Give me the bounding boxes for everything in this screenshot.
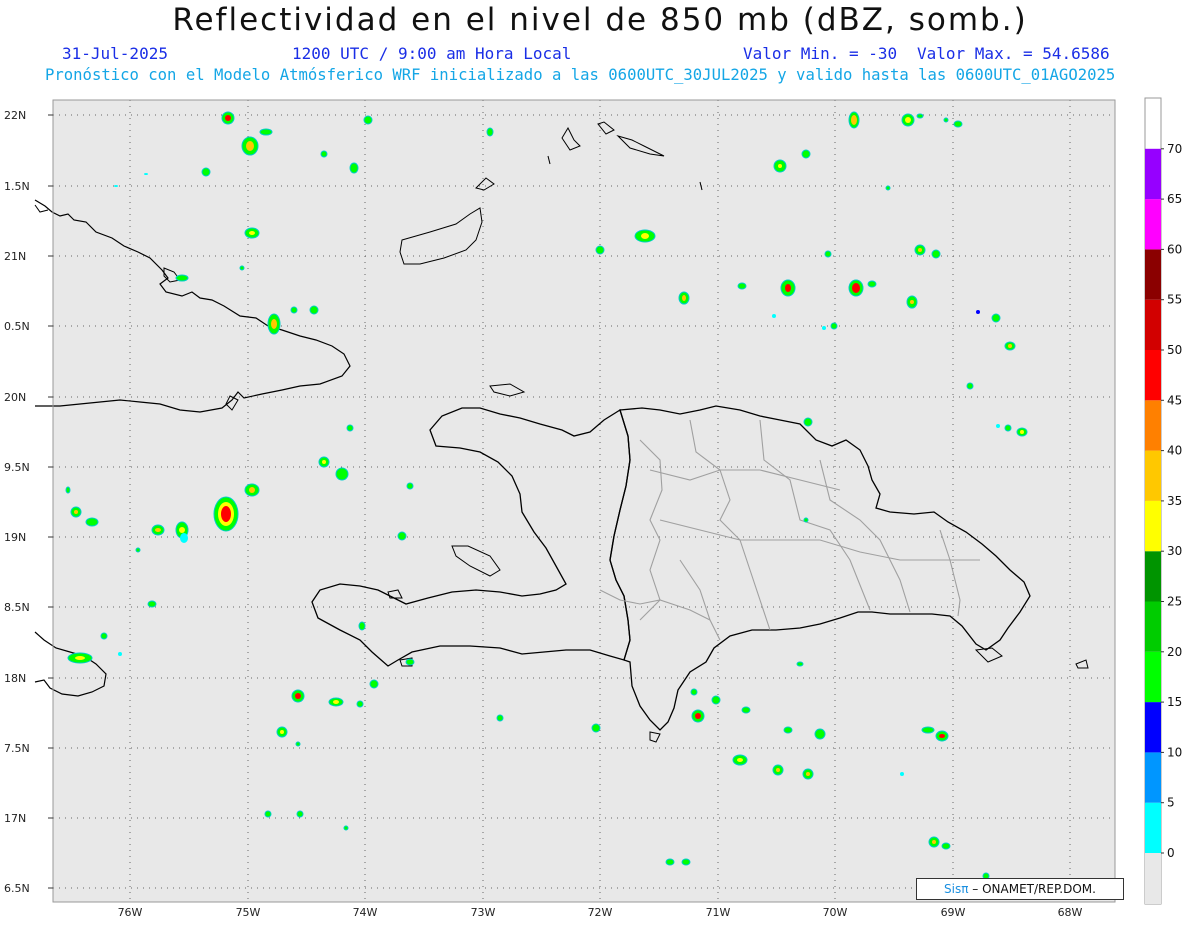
lon-label: 70W bbox=[823, 906, 848, 919]
longitude-labels: 76W 75W 74W 73W 72W 71W 70W 69W 68W bbox=[118, 906, 1083, 919]
colorbar-swatch bbox=[1145, 601, 1161, 652]
colorbar-swatch bbox=[1145, 802, 1161, 853]
credit-text: – ONAMET/REP.DOM. bbox=[968, 882, 1096, 896]
echo-cell bbox=[221, 111, 235, 125]
echo-cell bbox=[634, 229, 656, 243]
lat-label: 18N bbox=[4, 672, 26, 685]
echo-cell bbox=[802, 768, 814, 780]
lat-label: 21N bbox=[4, 250, 26, 263]
echo-cell bbox=[328, 697, 344, 707]
lat-label: 7.5N bbox=[4, 742, 30, 755]
echo-cell bbox=[691, 709, 705, 723]
colorbar-swatch bbox=[1145, 299, 1161, 350]
latitude-labels: 22N 1.5N 21N 0.5N 20N 9.5N 19N 8.5N 18N … bbox=[4, 109, 30, 895]
lon-label: 73W bbox=[471, 906, 496, 919]
lat-label: 22N bbox=[4, 109, 26, 122]
colorbar-label: 50 bbox=[1167, 343, 1182, 357]
echo-cell bbox=[928, 836, 940, 848]
echo-cell bbox=[318, 456, 330, 468]
echo-cell bbox=[85, 517, 99, 527]
sispi-logo: Sisπ bbox=[944, 882, 969, 896]
colorbar-label: 25 bbox=[1167, 595, 1182, 609]
reflectivity-map: 76W 75W 74W 73W 72W 71W 70W 69W 68W 22N … bbox=[4, 97, 1182, 919]
lon-label: 76W bbox=[118, 906, 143, 919]
colorbar-swatch bbox=[1145, 450, 1161, 501]
colorbar-label: 0 bbox=[1167, 846, 1175, 860]
lon-label: 69W bbox=[941, 906, 966, 919]
lat-label: 6.5N bbox=[4, 882, 30, 895]
colorbar-swatch bbox=[1145, 551, 1161, 602]
colorbar-label: 5 bbox=[1167, 796, 1175, 810]
echo-cell bbox=[773, 159, 787, 173]
colorbar-label: 60 bbox=[1167, 242, 1182, 256]
credit-box: Sisπ – ONAMET/REP.DOM. bbox=[916, 878, 1124, 900]
colorbar-label: 35 bbox=[1167, 494, 1182, 508]
echo-cell bbox=[241, 136, 259, 156]
echo-cell bbox=[291, 689, 305, 703]
echo-cell bbox=[848, 111, 860, 129]
echo-cell bbox=[976, 310, 980, 314]
echo-cell bbox=[151, 524, 165, 536]
echo-cell bbox=[678, 291, 690, 305]
echo-cell bbox=[772, 764, 784, 776]
echo-cell bbox=[906, 295, 918, 309]
colorbar-label: 30 bbox=[1167, 544, 1182, 558]
lat-ticks bbox=[48, 114, 53, 889]
lat-label: 9.5N bbox=[4, 461, 30, 474]
lat-label: 0.5N bbox=[4, 320, 30, 333]
lon-label: 74W bbox=[353, 906, 378, 919]
lat-label: 1.5N bbox=[4, 180, 30, 193]
echo-cell bbox=[780, 279, 796, 297]
echo-cell bbox=[732, 754, 748, 766]
colorbar-swatch bbox=[1145, 702, 1161, 753]
echo-cell bbox=[213, 496, 239, 532]
lon-label: 75W bbox=[236, 906, 261, 919]
map-area bbox=[53, 100, 1115, 902]
echo-cell bbox=[267, 313, 281, 335]
colorbar-label: 10 bbox=[1167, 745, 1182, 759]
colorbar-label: 55 bbox=[1167, 293, 1182, 307]
lat-label: 17N bbox=[4, 812, 26, 825]
colorbar-swatch bbox=[1145, 350, 1161, 401]
echo-cell bbox=[276, 726, 288, 738]
colorbar: 0 5 10 15 20 25 30 35 40 45 50 55 60 65 70 bbox=[1144, 97, 1182, 905]
echo-cell bbox=[70, 506, 82, 518]
lon-label: 72W bbox=[588, 906, 613, 919]
colorbar-label: 45 bbox=[1167, 393, 1182, 407]
colorbar-swatch bbox=[1145, 651, 1161, 703]
colorbar-swatch bbox=[1145, 199, 1161, 250]
colorbar-swatch bbox=[1145, 249, 1161, 300]
echo-cell bbox=[1016, 427, 1028, 437]
colorbar-label: 70 bbox=[1167, 142, 1182, 156]
lon-label: 71W bbox=[706, 906, 731, 919]
lon-label: 68W bbox=[1058, 906, 1083, 919]
lat-label: 8.5N bbox=[4, 601, 30, 614]
echo-cell bbox=[67, 652, 93, 664]
echo-cell bbox=[914, 244, 926, 256]
colorbar-label: 15 bbox=[1167, 695, 1182, 709]
lat-label: 19N bbox=[4, 531, 26, 544]
lat-label: 20N bbox=[4, 391, 26, 404]
colorbar-label: 65 bbox=[1167, 192, 1182, 206]
echo-cell bbox=[244, 483, 260, 497]
colorbar-below-range bbox=[1145, 853, 1161, 904]
colorbar-swatch bbox=[1145, 500, 1161, 552]
echo-cell bbox=[848, 279, 864, 297]
colorbar-label: 40 bbox=[1167, 444, 1182, 458]
echo-cell bbox=[244, 227, 260, 239]
colorbar-swatch bbox=[1145, 752, 1161, 803]
colorbar-label: 20 bbox=[1167, 645, 1182, 659]
colorbar-swatch bbox=[1145, 148, 1161, 200]
cuba-coastline-detail bbox=[34, 204, 49, 213]
echo-cell bbox=[1004, 341, 1016, 351]
echo-cell bbox=[935, 730, 949, 742]
echo-cell bbox=[335, 467, 349, 481]
echo-cell bbox=[901, 113, 915, 127]
colorbar-swatch bbox=[1145, 400, 1161, 451]
